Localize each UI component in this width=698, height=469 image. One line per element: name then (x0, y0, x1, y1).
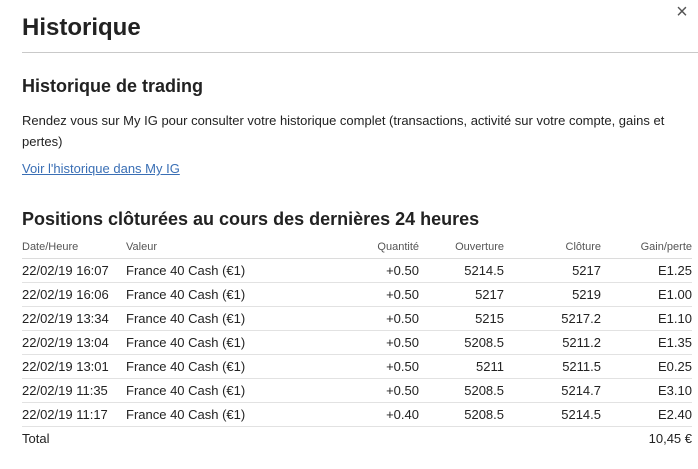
row-close: 5217.2 (504, 306, 601, 331)
row-quantity: +0.50 (306, 258, 419, 283)
row-quantity: +0.40 (306, 402, 419, 427)
trading-history-heading: Historique de trading (22, 76, 204, 96)
row-date: 22/02/19 13:04 (22, 330, 126, 355)
row-pnl: E2.40 (601, 402, 692, 427)
row-date: 22/02/19 11:35 (22, 378, 126, 403)
row-pnl: E1.00 (601, 282, 692, 307)
table-header-row: Date/Heure Valeur Quantité Ouverture Clô… (22, 236, 692, 259)
row-asset: France 40 Cash (€1) (126, 282, 306, 307)
row-close: 5214.5 (504, 402, 601, 427)
column-header-quantity: Quantité (306, 236, 419, 259)
row-asset: France 40 Cash (€1) (126, 402, 306, 427)
row-pnl: E1.35 (601, 330, 692, 355)
table-row: 22/02/19 13:04 France 40 Cash (€1) +0.50… (22, 330, 692, 355)
row-date: 22/02/19 13:34 (22, 306, 126, 331)
row-asset: France 40 Cash (€1) (126, 354, 306, 379)
column-header-open: Ouverture (419, 236, 504, 259)
row-pnl: E1.10 (601, 306, 692, 331)
column-header-asset: Valeur (126, 236, 306, 259)
row-close: 5214.7 (504, 378, 601, 403)
closed-positions-heading: Positions clôturées au cours des dernièr… (22, 209, 480, 229)
table-row: 22/02/19 16:07 France 40 Cash (€1) +0.50… (22, 258, 692, 283)
row-open: 5214.5 (419, 258, 504, 283)
dialog-title: Historique (22, 14, 141, 41)
total-value: 10,45 € (648, 431, 692, 446)
closed-positions-table: Date/Heure Valeur Quantité Ouverture Clô… (22, 236, 692, 450)
table-row: 22/02/19 11:35 France 40 Cash (€1) +0.50… (22, 378, 692, 403)
row-open: 5208.5 (419, 378, 504, 403)
row-close: 5211.2 (504, 330, 601, 355)
row-close: 5219 (504, 282, 601, 307)
column-header-close: Clôture (504, 236, 601, 259)
row-open: 5215 (419, 306, 504, 331)
table-row: 22/02/19 16:06 France 40 Cash (€1) +0.50… (22, 282, 692, 307)
row-pnl: E1.25 (601, 258, 692, 283)
table-row: 22/02/19 13:01 France 40 Cash (€1) +0.50… (22, 354, 692, 379)
trading-history-description: Rendez vous sur My IG pour consulter vot… (22, 113, 665, 149)
row-open: 5208.5 (419, 330, 504, 355)
row-open: 5208.5 (419, 402, 504, 427)
row-quantity: +0.50 (306, 354, 419, 379)
row-date: 22/02/19 13:01 (22, 354, 126, 379)
row-pnl: E3.10 (601, 378, 692, 403)
table-row: 22/02/19 13:34 France 40 Cash (€1) +0.50… (22, 306, 692, 331)
row-asset: France 40 Cash (€1) (126, 258, 306, 283)
row-asset: France 40 Cash (€1) (126, 330, 306, 355)
row-open: 5211 (419, 354, 504, 379)
row-date: 22/02/19 16:07 (22, 258, 126, 283)
row-quantity: +0.50 (306, 282, 419, 307)
row-close: 5211.5 (504, 354, 601, 379)
title-divider (22, 52, 698, 53)
row-quantity: +0.50 (306, 378, 419, 403)
total-label: Total (22, 431, 50, 446)
view-history-myig-link[interactable]: Voir l'historique dans My IG (22, 161, 180, 176)
column-header-date: Date/Heure (22, 236, 126, 259)
row-pnl: E0.25 (601, 354, 692, 379)
row-quantity: +0.50 (306, 330, 419, 355)
close-icon[interactable]: × (672, 2, 692, 22)
row-asset: France 40 Cash (€1) (126, 378, 306, 403)
row-quantity: +0.50 (306, 306, 419, 331)
row-open: 5217 (419, 282, 504, 307)
row-asset: France 40 Cash (€1) (126, 306, 306, 331)
row-close: 5217 (504, 258, 601, 283)
row-date: 22/02/19 16:06 (22, 282, 126, 307)
table-row: 22/02/19 11:17 France 40 Cash (€1) +0.40… (22, 402, 692, 427)
column-header-pnl: Gain/perte (601, 236, 692, 259)
row-date: 22/02/19 11:17 (22, 402, 126, 427)
total-row: Total 10,45 € (22, 427, 692, 451)
